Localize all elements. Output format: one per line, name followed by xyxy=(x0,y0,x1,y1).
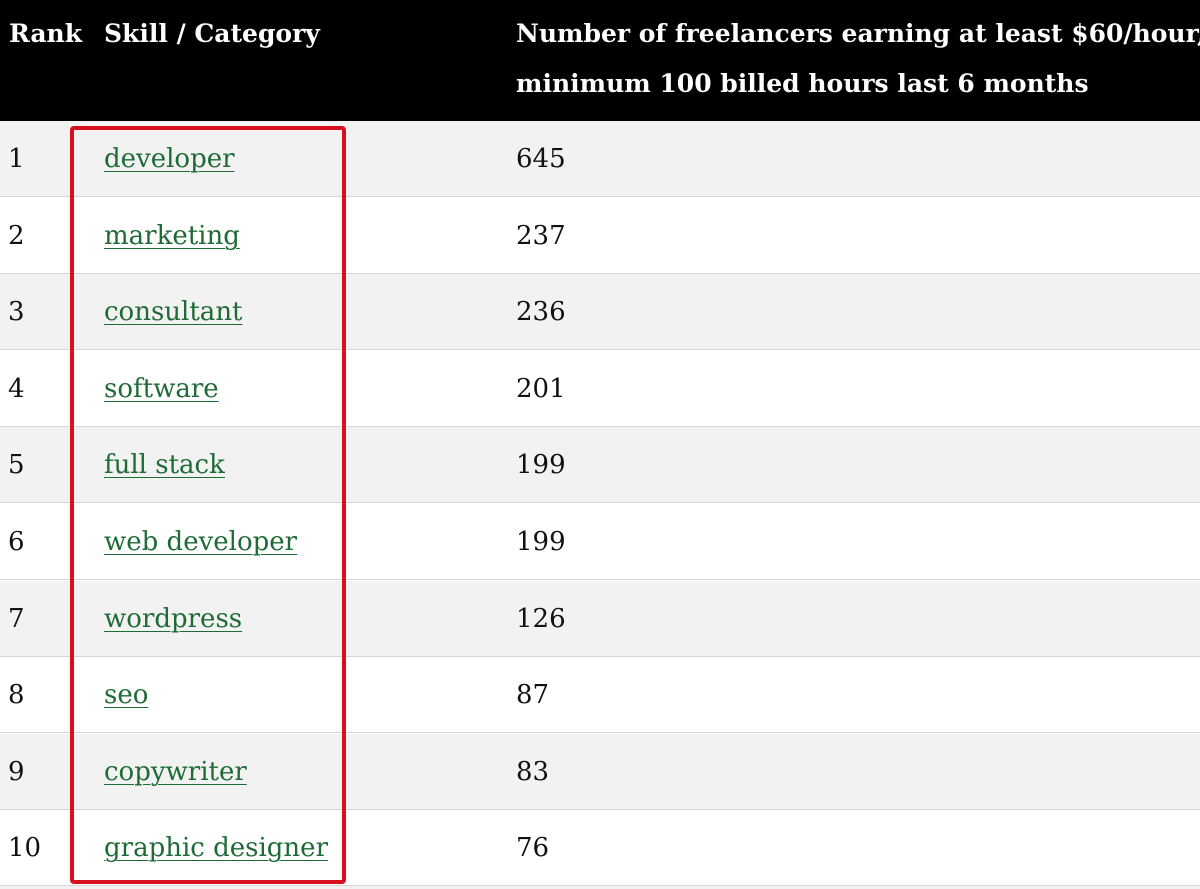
skill-cell: graphic designer xyxy=(104,810,328,886)
count-cell: 201 xyxy=(516,374,566,404)
rank-cell: 2 xyxy=(8,221,25,251)
skill-cell: marketing xyxy=(104,198,240,274)
table-row: 6 web developer 199 xyxy=(0,504,1200,580)
table-row: 9 copywriter 83 xyxy=(0,734,1200,810)
count-cell: 199 xyxy=(516,450,566,480)
skill-link[interactable]: software xyxy=(104,374,219,404)
skill-link[interactable]: graphic designer xyxy=(104,833,328,863)
skill-cell: full stack xyxy=(104,427,225,503)
skill-link[interactable]: full stack xyxy=(104,450,225,480)
table-row: 4 software 201 xyxy=(0,351,1200,427)
count-cell: 237 xyxy=(516,221,566,251)
table-row: 1 developer 645 xyxy=(0,121,1200,197)
skill-link[interactable]: copywriter xyxy=(104,757,247,787)
table-row: 10 graphic designer 76 xyxy=(0,810,1200,886)
skill-link[interactable]: seo xyxy=(104,680,148,710)
header-count-line1: Number of freelancers earning at least $… xyxy=(516,19,1200,48)
skill-cell: seo xyxy=(104,657,148,733)
skill-cell: software xyxy=(104,351,219,427)
count-cell: 126 xyxy=(516,604,566,634)
rank-cell: 1 xyxy=(8,144,25,174)
skill-link[interactable]: consultant xyxy=(104,297,243,327)
count-cell: 645 xyxy=(516,144,566,174)
count-cell: 199 xyxy=(516,527,566,557)
table-row: 3 consultant 236 xyxy=(0,274,1200,350)
rank-cell: 5 xyxy=(8,450,25,480)
rank-cell: 4 xyxy=(8,374,25,404)
table-row: 5 full stack 199 xyxy=(0,427,1200,503)
table-header: Rank Skill / Category Number of freelanc… xyxy=(0,0,1200,121)
skill-cell: developer xyxy=(104,121,235,197)
rank-cell: 10 xyxy=(8,833,42,863)
skill-cell: copywriter xyxy=(104,734,247,810)
skill-link[interactable]: web developer xyxy=(104,527,297,557)
skill-cell: web developer xyxy=(104,504,297,580)
skill-link[interactable]: wordpress xyxy=(104,604,242,634)
count-cell: 87 xyxy=(516,680,550,710)
rank-cell: 3 xyxy=(8,297,25,327)
ranking-table: Rank Skill / Category Number of freelanc… xyxy=(0,0,1200,889)
table-row: 2 marketing 237 xyxy=(0,198,1200,274)
skill-link[interactable]: developer xyxy=(104,144,235,174)
table-row: 8 seo 87 xyxy=(0,657,1200,733)
count-cell: 236 xyxy=(516,297,566,327)
header-rank: Rank xyxy=(9,19,83,48)
rank-cell: 7 xyxy=(8,604,25,634)
rank-cell: 6 xyxy=(8,527,25,557)
header-count: Number of freelancers earning at least $… xyxy=(516,9,1200,109)
skill-cell: wordpress xyxy=(104,581,242,657)
skill-cell: consultant xyxy=(104,274,243,350)
table-row: 7 wordpress 126 xyxy=(0,581,1200,657)
header-count-line2: minimum 100 billed hours last 6 months xyxy=(516,69,1089,98)
count-cell: 76 xyxy=(516,833,550,863)
skill-link[interactable]: marketing xyxy=(104,221,240,251)
rank-cell: 8 xyxy=(8,680,25,710)
count-cell: 83 xyxy=(516,757,550,787)
header-skill: Skill / Category xyxy=(104,19,320,48)
rank-cell: 9 xyxy=(8,757,25,787)
